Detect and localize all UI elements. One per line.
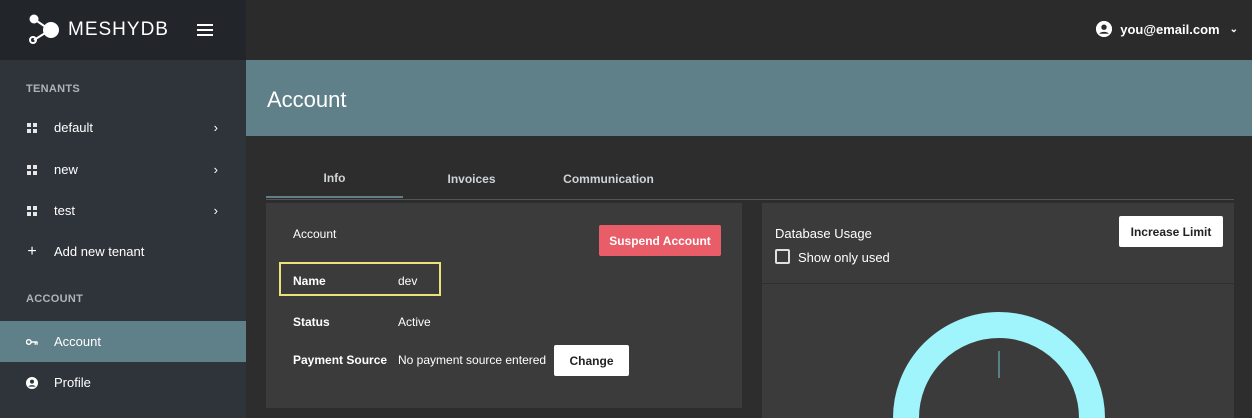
brand-bar: MESHYDB [0, 0, 246, 60]
chevron-right-icon: › [213, 120, 218, 135]
usage-donut-chart [893, 312, 1105, 418]
page-header: Account [246, 60, 1252, 136]
tenant-item-default[interactable]: default › [0, 107, 246, 148]
top-bar: you@email.com ⌄ [246, 0, 1252, 60]
suspend-account-button[interactable]: Suspend Account [599, 225, 721, 256]
name-value: dev [398, 274, 418, 288]
user-circle-icon [26, 376, 38, 389]
sidebar-item-label: Profile [54, 375, 91, 390]
dashboard-icon [26, 122, 38, 134]
tenant-item-new[interactable]: new › [0, 149, 246, 190]
dashboard-icon [26, 164, 38, 176]
chevron-down-icon: ⌄ [1229, 23, 1238, 35]
meshydb-logo-icon[interactable] [26, 12, 62, 48]
tenants-section-header: TENANTS [26, 83, 81, 95]
user-circle-icon [1096, 21, 1113, 37]
account-section-header: ACCOUNT [26, 293, 84, 305]
tenant-item-label: new [54, 162, 78, 177]
dashboard-icon [26, 205, 38, 217]
key-icon [26, 336, 38, 348]
payment-source-value: No payment source entered [398, 353, 547, 367]
tab-bar: Info Invoices Communication [266, 160, 1234, 200]
page-title: Account [267, 87, 347, 112]
change-payment-button[interactable]: Change [554, 345, 629, 376]
tab-communication[interactable]: Communication [540, 160, 677, 198]
sidebar: MESHYDB TENANTS default › new › test › +… [0, 0, 246, 418]
name-label: Name [293, 274, 326, 288]
tab-invoices[interactable]: Invoices [403, 160, 540, 198]
tab-info[interactable]: Info [266, 160, 403, 198]
user-email: you@email.com [1120, 21, 1220, 37]
add-tenant-label: Add new tenant [54, 244, 145, 259]
sidebar-item-profile[interactable]: Profile [0, 362, 246, 403]
status-label: Status [293, 315, 330, 329]
payment-source-label: Payment Source [293, 353, 388, 367]
tenant-item-test[interactable]: test › [0, 190, 246, 231]
account-info-card: Account Suspend Account Name dev Status … [266, 203, 742, 408]
sidebar-item-account[interactable]: Account [0, 321, 246, 362]
sidebar-item-label: Account [54, 334, 101, 349]
chevron-right-icon: › [213, 162, 218, 177]
status-value: Active [398, 315, 431, 329]
brand-name: MESHYDB [68, 19, 169, 40]
tenant-item-label: test [54, 203, 75, 218]
hamburger-menu-icon[interactable] [196, 24, 213, 36]
database-usage-card: Database Usage Increase Limit Show only … [762, 203, 1234, 418]
plus-icon: + [27, 242, 37, 260]
user-menu[interactable]: you@email.com ⌄ [1096, 21, 1238, 37]
card-title: Account [293, 227, 337, 241]
tenant-item-label: default [54, 120, 94, 135]
add-new-tenant-item[interactable]: + Add new tenant [0, 231, 246, 272]
chevron-right-icon: › [213, 203, 218, 218]
